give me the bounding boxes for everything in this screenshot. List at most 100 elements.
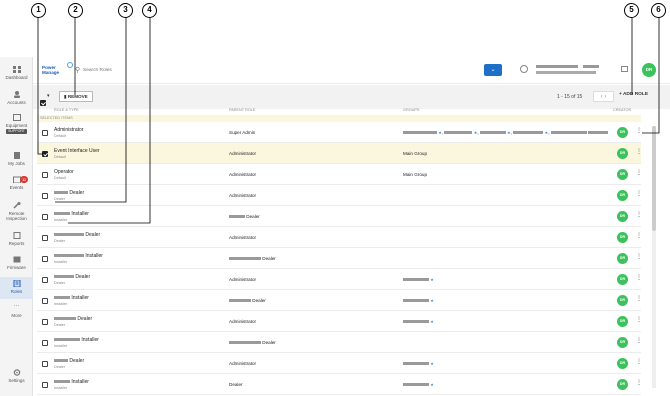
- parent-role: Dealer: [229, 382, 243, 387]
- search-input[interactable]: [83, 65, 463, 76]
- groups-redacted: ★: [403, 319, 434, 324]
- row-menu-icon[interactable]: ⋮: [636, 317, 642, 323]
- table-row[interactable]: Operator Default Administrator Main Grou…: [37, 164, 642, 185]
- creator-avatar: DR: [617, 211, 628, 222]
- row-checkbox[interactable]: [42, 172, 48, 178]
- sidebar-item-equipment[interactable]: Equipment SUPPORT: [0, 114, 33, 134]
- parent-role: Administrator: [229, 172, 257, 177]
- chevron-left-icon[interactable]: ‹: [601, 94, 603, 100]
- row-checkbox[interactable]: [42, 382, 48, 388]
- table-row[interactable]: Dealer Dealer Administrator ★ DR ⋮: [37, 353, 642, 374]
- role-name: Installer: [54, 379, 89, 385]
- table-row[interactable]: Installer Installer Dealer DR ⋮: [37, 248, 642, 269]
- row-checkbox[interactable]: [42, 361, 48, 367]
- roles-icon: [13, 280, 20, 287]
- reports-icon: [13, 232, 20, 239]
- groups-redacted: ★, ★, ★, ★,: [403, 130, 609, 135]
- parent-role: Administrator: [229, 151, 257, 156]
- table-row[interactable]: Event Interface User Default Administrat…: [37, 143, 642, 164]
- col-parent-role[interactable]: PARENT ROLE: [229, 108, 255, 112]
- col-groups[interactable]: GROUPS: [403, 108, 419, 112]
- table-row[interactable]: Installer Installer Dealer ★ DR ⋮: [37, 374, 642, 395]
- row-menu-icon[interactable]: ⋮: [636, 254, 642, 260]
- table-row[interactable]: Dealer Dealer Administrator DR ⋮: [37, 227, 642, 248]
- row-menu-icon[interactable]: ⋮: [636, 149, 642, 155]
- role-name: Installer: [54, 211, 89, 217]
- callout-5: 5: [624, 3, 639, 18]
- search-dropdown-button[interactable]: ⌄: [484, 64, 502, 76]
- role-type: Dealer: [54, 197, 66, 201]
- select-all-checkbox[interactable]: [40, 100, 46, 106]
- add-role-button[interactable]: + ADD ROLE: [619, 92, 648, 97]
- groups-redacted: ★: [403, 382, 434, 387]
- row-checkbox[interactable]: [42, 235, 48, 241]
- sidebar-item-firmware[interactable]: Firmware: [0, 256, 33, 270]
- sidebar-item-accounts[interactable]: Accounts: [0, 91, 33, 105]
- star-icon: ★: [430, 319, 434, 324]
- row-menu-icon[interactable]: ⋮: [636, 233, 642, 239]
- row-menu-icon[interactable]: ⋮: [636, 338, 642, 344]
- chevron-right-icon[interactable]: ›: [604, 94, 606, 100]
- app-logo[interactable]: Power Manage: [42, 62, 73, 75]
- row-menu-icon[interactable]: ⋮: [636, 275, 642, 281]
- sidebar-item-settings[interactable]: Settings: [0, 369, 33, 383]
- creator-avatar: DR: [617, 127, 628, 138]
- sidebar-item-my-jobs[interactable]: My Jobs: [0, 152, 33, 166]
- user-avatar[interactable]: DR: [642, 63, 656, 77]
- table-row[interactable]: Installer Installer Dealer DR ⋮: [37, 206, 642, 227]
- groups: Main Group: [403, 172, 428, 177]
- apps-grid-icon[interactable]: [621, 66, 628, 72]
- callout-4: 4: [142, 3, 157, 18]
- row-menu-icon[interactable]: ⋮: [636, 191, 642, 197]
- col-creator[interactable]: CREATOR: [613, 108, 631, 112]
- creator-avatar: DR: [617, 253, 628, 264]
- more-icon: ···: [13, 303, 20, 309]
- scrollbar[interactable]: [652, 126, 656, 388]
- creator-avatar: DR: [617, 190, 628, 201]
- sidebar-item-dashboard[interactable]: Dashboard: [0, 66, 33, 80]
- pagination-arrows[interactable]: ‹ ›: [593, 91, 614, 102]
- table-row[interactable]: Installer Installer Dealer ★ DR ⋮: [37, 290, 642, 311]
- row-checkbox[interactable]: [42, 193, 48, 199]
- role-name: Installer: [54, 253, 103, 259]
- parent-role: Dealer: [229, 340, 276, 345]
- callout-1: 1: [31, 3, 46, 18]
- sidebar-item-more[interactable]: ··· More: [0, 303, 33, 318]
- trash-icon: ▮: [64, 94, 67, 99]
- table-row[interactable]: Installer Installer Dealer DR ⋮: [37, 332, 642, 353]
- select-all-dropdown[interactable]: ▾: [40, 93, 53, 106]
- table-row[interactable]: Dealer Dealer Administrator DR ⋮: [37, 185, 642, 206]
- col-role-type[interactable]: ROLE & TYPE: [54, 108, 79, 112]
- row-checkbox[interactable]: [42, 277, 48, 283]
- scrollbar-thumb[interactable]: [652, 126, 656, 231]
- creator-avatar: DR: [617, 232, 628, 243]
- sidebar-item-reports[interactable]: Reports: [0, 232, 33, 246]
- visibility-icon[interactable]: [520, 65, 528, 73]
- row-menu-icon[interactable]: ⋮: [636, 359, 642, 365]
- row-checkbox[interactable]: [42, 256, 48, 262]
- row-menu-icon[interactable]: ⋮: [636, 128, 642, 134]
- parent-role: Dealer: [229, 298, 266, 303]
- sidebar-item-remote-inspection[interactable]: Remote Inspection: [0, 202, 33, 221]
- sidebar-item-events[interactable]: 11 Events: [0, 176, 33, 190]
- table-row[interactable]: Administrator Default Super Admin ★, ★, …: [37, 122, 642, 143]
- row-checkbox[interactable]: [42, 214, 48, 220]
- star-icon: ★: [507, 130, 511, 135]
- support-pill[interactable]: SUPPORT: [6, 129, 27, 134]
- table-row[interactable]: Dealer Dealer Administrator ★ DR ⋮: [37, 269, 642, 290]
- row-menu-icon[interactable]: ⋮: [636, 212, 642, 218]
- logo-mark-icon: [67, 62, 73, 68]
- sidebar-item-roles[interactable]: Roles: [0, 277, 33, 299]
- row-checkbox[interactable]: [42, 130, 48, 136]
- row-checkbox[interactable]: [42, 298, 48, 304]
- table-row[interactable]: Dealer Dealer Administrator ★ DR ⋮: [37, 311, 642, 332]
- row-menu-icon[interactable]: ⋮: [636, 170, 642, 176]
- row-menu-icon[interactable]: ⋮: [636, 296, 642, 302]
- remove-button[interactable]: ▮ REMOVE: [59, 91, 93, 102]
- row-checkbox[interactable]: [42, 340, 48, 346]
- row-checkbox[interactable]: [42, 319, 48, 325]
- parent-role: Dealer: [229, 256, 276, 261]
- row-checkbox[interactable]: [42, 151, 48, 157]
- accounts-icon: [13, 91, 20, 98]
- row-menu-icon[interactable]: ⋮: [636, 380, 642, 386]
